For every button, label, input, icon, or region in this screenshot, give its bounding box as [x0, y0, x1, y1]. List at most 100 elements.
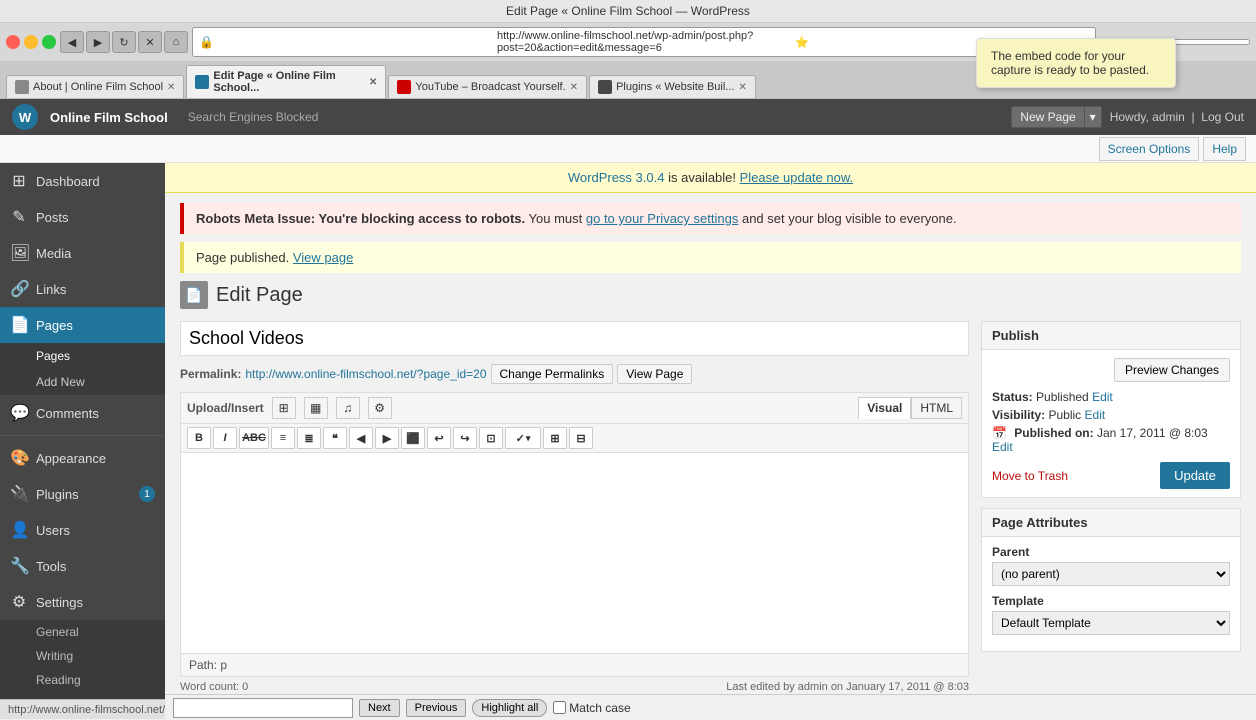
preview-row: Preview Changes	[992, 358, 1230, 382]
sidebar-item-settings[interactable]: ⚙ Settings	[0, 584, 165, 620]
sidebar-item-appearance[interactable]: 🎨 Appearance	[0, 440, 165, 476]
upload-image-btn[interactable]: ⊞	[272, 397, 296, 419]
help-button[interactable]: Help	[1203, 137, 1246, 161]
align-left-btn[interactable]: ◀	[349, 427, 373, 449]
robots-notice: Robots Meta Issue: You're blocking acces…	[180, 203, 1241, 234]
wp-logo[interactable]: W	[12, 104, 38, 130]
new-page-dropdown-button[interactable]: ▾	[1085, 106, 1102, 128]
forward-button[interactable]: ▶	[86, 31, 110, 53]
embed-tooltip: The embed code for your capture is ready…	[976, 38, 1176, 88]
tools-icon: 🔧	[10, 556, 28, 576]
sidebar-item-users[interactable]: 👤 Users	[0, 512, 165, 548]
view-page-notice-link[interactable]: View page	[293, 250, 353, 265]
template-select[interactable]: Default Template	[992, 611, 1230, 635]
media-icon: 🖼	[10, 243, 28, 263]
privacy-settings-link[interactable]: go to your Privacy settings	[586, 211, 738, 226]
italic-btn[interactable]: I	[213, 427, 237, 449]
new-page-button[interactable]: New Page	[1011, 106, 1084, 128]
tab-editpage[interactable]: Edit Page « Online Film School... ✕	[186, 65, 386, 98]
highlight-all-button[interactable]: Highlight all	[472, 699, 547, 700]
blockquote-btn[interactable]: ❝	[323, 427, 347, 449]
settings-sub-discussion[interactable]: Discussion	[0, 692, 165, 699]
wp-main: WordPress 3.0.4 is available! Please upd…	[165, 163, 1256, 699]
browser-minimize-btn[interactable]	[24, 35, 38, 49]
please-update-link[interactable]: Please update now.	[740, 170, 853, 185]
stop-button[interactable]: ✕	[138, 31, 162, 53]
sidebar-sub-add-new[interactable]: Add New	[0, 369, 165, 395]
browser-close-btn[interactable]	[6, 35, 20, 49]
sidebar-item-dashboard[interactable]: ⊞ Dashboard	[0, 163, 165, 199]
view-page-button[interactable]: View Page	[617, 364, 692, 384]
home-button[interactable]: ⌂	[164, 31, 188, 53]
settings-sub-reading[interactable]: Reading	[0, 668, 165, 692]
sidebar-item-pages[interactable]: 📄 Pages	[0, 307, 165, 343]
preview-changes-button[interactable]: Preview Changes	[1114, 358, 1230, 382]
fullscreen-btn[interactable]: ⊞	[543, 427, 567, 449]
permalink-url[interactable]: http://www.online-filmschool.net/?page_i…	[245, 367, 486, 381]
change-permalinks-button[interactable]: Change Permalinks	[491, 364, 614, 384]
page-attributes-header[interactable]: Page Attributes	[982, 509, 1240, 537]
align-right-btn[interactable]: ⬛	[401, 427, 425, 449]
upload-audio-btn[interactable]: ♫	[336, 397, 360, 419]
wp-header: W Online Film School Search Engines Bloc…	[0, 99, 1256, 135]
sidebar-item-media[interactable]: 🖼 Media	[0, 235, 165, 271]
sidebar-label-dashboard: Dashboard	[36, 174, 100, 189]
sidebar-item-links[interactable]: 🔗 Links	[0, 271, 165, 307]
ol-btn[interactable]: ≣	[297, 427, 321, 449]
back-button[interactable]: ◀	[60, 31, 84, 53]
wp-update-link[interactable]: WordPress 3.0.4	[568, 170, 665, 185]
sidebar-item-comments[interactable]: 💬 Comments	[0, 395, 165, 431]
tab-close-plugins[interactable]: ✕	[738, 82, 746, 93]
sidebar-item-plugins[interactable]: 🔌 Plugins 1	[0, 476, 165, 512]
permalink-row: Permalink: http://www.online-filmschool.…	[180, 364, 969, 384]
more-btn[interactable]: ⊡	[479, 427, 503, 449]
tab-favicon-editpage	[195, 75, 209, 89]
find-input[interactable]	[173, 698, 353, 700]
status-edit-link[interactable]: Edit	[1092, 390, 1113, 404]
address-bar[interactable]: 🔒 http://www.online-filmschool.net/wp-ad…	[192, 27, 1096, 57]
tab-close-about[interactable]: ✕	[167, 82, 175, 93]
move-to-trash-link[interactable]: Move to Trash	[992, 469, 1068, 483]
kitchen-sink-btn[interactable]: ⊟	[569, 427, 593, 449]
logout-link[interactable]: Log Out	[1201, 110, 1244, 124]
strikethrough-btn[interactable]: ABC	[239, 427, 269, 449]
next-button[interactable]: Next	[359, 699, 400, 700]
link-btn[interactable]: ↩	[427, 427, 451, 449]
bold-btn[interactable]: B	[187, 427, 211, 449]
tab-label-about: About | Online Film School	[33, 81, 163, 93]
tab-youtube[interactable]: YouTube – Broadcast Yourself. ✕	[388, 75, 587, 98]
settings-sub-general[interactable]: General	[0, 620, 165, 644]
visibility-edit-link[interactable]: Edit	[1085, 408, 1106, 422]
parent-select[interactable]: (no parent)	[992, 562, 1230, 586]
tab-close-editpage[interactable]: ✕	[369, 77, 377, 88]
tab-close-youtube[interactable]: ✕	[570, 82, 578, 93]
page-title-input[interactable]	[180, 321, 969, 356]
reload-button[interactable]: ↻	[112, 31, 136, 53]
align-center-btn[interactable]: ▶	[375, 427, 399, 449]
tab-about[interactable]: About | Online Film School ✕	[6, 75, 184, 98]
settings-sub-writing[interactable]: Writing	[0, 644, 165, 668]
upload-video-btn[interactable]: ▦	[304, 397, 328, 419]
html-tab[interactable]: HTML	[911, 397, 962, 419]
screen-options-button[interactable]: Screen Options	[1099, 137, 1200, 161]
previous-button[interactable]: Previous	[406, 699, 467, 700]
browser-maximize-btn[interactable]	[42, 35, 56, 49]
publish-box-header[interactable]: Publish	[982, 322, 1240, 350]
posts-icon: ✎	[10, 207, 28, 227]
wp-sidebar: ⊞ Dashboard ✎ Posts 🖼 Media 🔗 Links 📄 Pa…	[0, 163, 165, 699]
template-label: Template	[992, 594, 1230, 608]
pages-submenu: Pages Add New	[0, 343, 165, 395]
published-on-edit-link[interactable]: Edit	[992, 440, 1013, 454]
editor-body[interactable]	[181, 453, 968, 653]
sidebar-item-posts[interactable]: ✎ Posts	[0, 199, 165, 235]
settings-icon: ⚙	[10, 592, 28, 612]
update-button[interactable]: Update	[1160, 462, 1230, 489]
tab-plugins[interactable]: Plugins « Website Buil... ✕	[589, 75, 756, 98]
sidebar-item-tools[interactable]: 🔧 Tools	[0, 548, 165, 584]
ul-btn[interactable]: ≡	[271, 427, 295, 449]
upload-media-btn[interactable]: ⚙	[368, 397, 392, 419]
sidebar-sub-all-pages[interactable]: Pages	[0, 343, 165, 369]
visual-tab[interactable]: Visual	[858, 397, 911, 419]
spell-check-btn[interactable]: ✓ ▾	[505, 427, 541, 449]
unlink-btn[interactable]: ↪	[453, 427, 477, 449]
